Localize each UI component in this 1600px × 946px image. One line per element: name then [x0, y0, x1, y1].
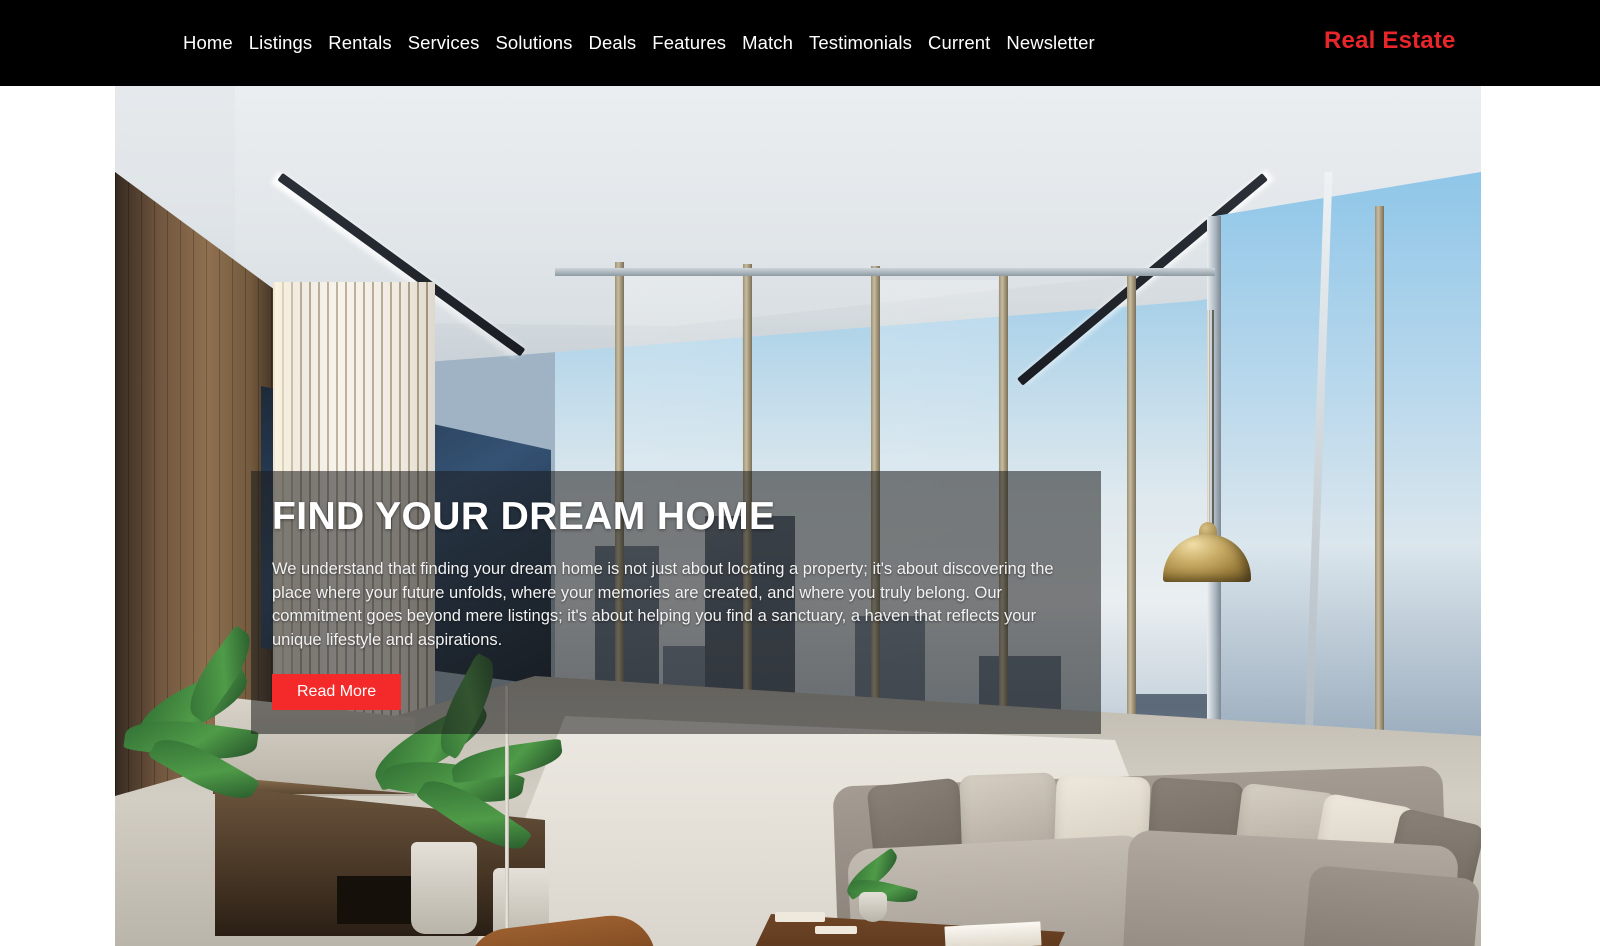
nav-item-testimonials[interactable]: Testimonials — [801, 33, 920, 53]
nav-item-match[interactable]: Match — [734, 33, 801, 53]
nav-item-current[interactable]: Current — [920, 33, 998, 53]
hero-paragraph: We understand that finding your dream ho… — [272, 559, 1054, 650]
hero-text-overlay: FIND YOUR DREAM HOME We understand that … — [251, 471, 1101, 734]
hero-section: FIND YOUR DREAM HOME We understand that … — [115, 86, 1481, 946]
top-navigation-bar: Home Listings Rentals Services Solutions… — [0, 0, 1600, 86]
read-more-button[interactable]: Read More — [272, 673, 402, 711]
nav-item-listings[interactable]: Listings — [241, 33, 321, 53]
nav-item-solutions[interactable]: Solutions — [487, 33, 580, 53]
nav-item-deals[interactable]: Deals — [580, 33, 644, 53]
nav-item-newsletter[interactable]: Newsletter — [998, 33, 1102, 53]
sofa-armrest — [1299, 864, 1481, 946]
hero-content: FIND YOUR DREAM HOME We understand that … — [272, 495, 1092, 711]
nav-item-services[interactable]: Services — [400, 33, 488, 53]
nav-item-rentals[interactable]: Rentals — [320, 33, 399, 53]
pendant-lamp-cable — [1212, 310, 1214, 530]
hero-heading: FIND YOUR DREAM HOME — [272, 495, 776, 538]
nav-links: Home Listings Rentals Services Solutions… — [175, 33, 1103, 53]
nav-item-features[interactable]: Features — [644, 33, 734, 53]
brand-logo[interactable]: Real Estate — [1324, 27, 1456, 55]
pendant-lamp-rod — [1207, 310, 1210, 530]
nav-item-home[interactable]: Home — [175, 33, 241, 53]
